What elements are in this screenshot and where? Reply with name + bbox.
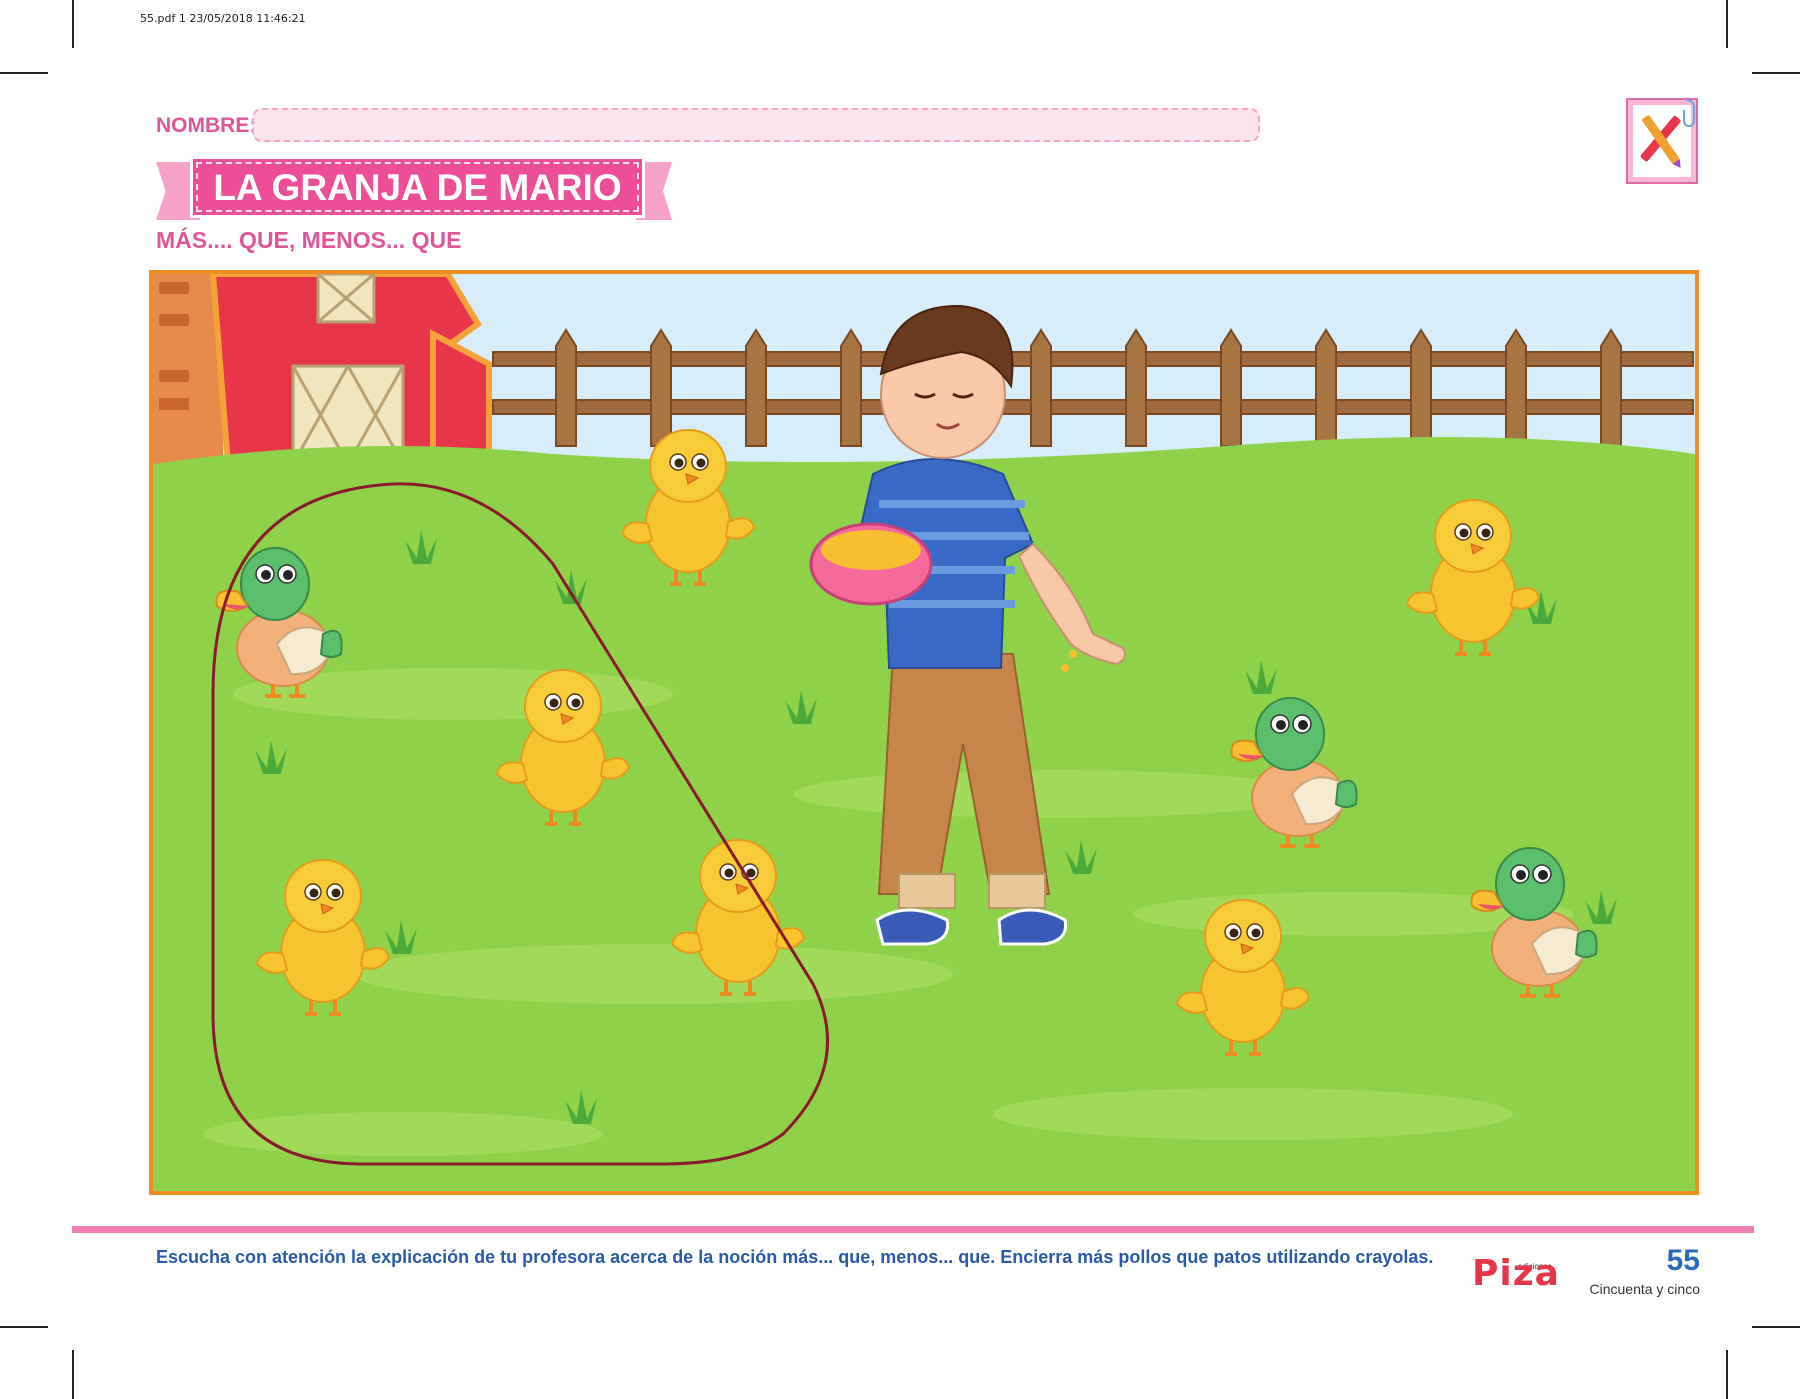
name-field[interactable] (252, 108, 1260, 142)
crop-mark (0, 72, 48, 74)
crop-mark (72, 0, 74, 48)
crop-mark (1752, 72, 1800, 74)
crop-mark (1752, 1326, 1800, 1328)
page-title: LA GRANJA DE MARIO (213, 167, 622, 208)
crayon-badge (1626, 98, 1698, 184)
farm-scene (149, 270, 1699, 1195)
crop-mark (72, 1350, 74, 1399)
barn (153, 274, 492, 467)
page-number-words: Cincuenta y cinco (1589, 1281, 1700, 1297)
footer-divider (72, 1226, 1754, 1233)
crop-mark (1726, 0, 1728, 48)
brand-logo: Piza (1472, 1253, 1560, 1294)
crop-mark (0, 1326, 48, 1328)
farm-illustration (153, 274, 1695, 1191)
subtitle: MÁS.... QUE, MENOS... QUE (156, 227, 462, 253)
instruction-text: Escucha con atención la explicación de t… (156, 1247, 1434, 1267)
crop-mark (1726, 1350, 1728, 1399)
print-metadata: 55.pdf 1 23/05/2018 11:46:21 (140, 12, 306, 25)
name-label: NOMBRE: (156, 114, 257, 137)
page-number: 55 (1666, 1244, 1700, 1277)
